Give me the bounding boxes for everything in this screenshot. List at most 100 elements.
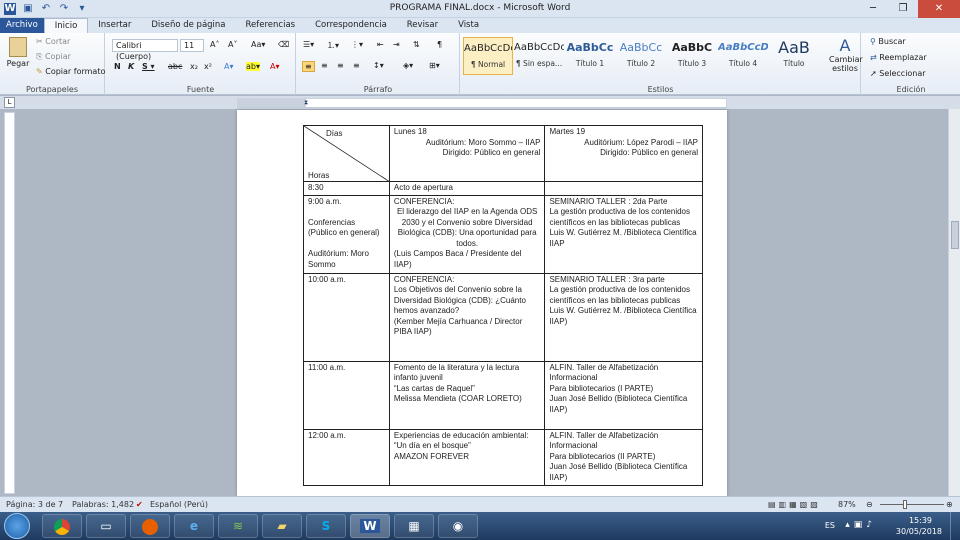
proofing-icon[interactable]: ✔ [136,497,143,512]
diagonal-header-cell[interactable]: Días Horas [303,125,390,182]
style-heading-4[interactable]: AaBbCcD Título 4 [718,37,768,75]
app2-icon[interactable]: ◉ [438,514,478,538]
align-left-icon[interactable]: ≡ [302,61,315,72]
font-size-field[interactable]: 11 [180,39,204,52]
shading-icon[interactable]: ◈▾ [403,61,413,70]
zoom-in-icon[interactable]: ⊕ [946,497,953,512]
align-right-icon[interactable]: ≡ [337,61,344,70]
program-table[interactable]: Días Horas Lunes 18 Auditórium: Moro Som… [303,125,703,486]
justify-icon[interactable]: ≡ [353,61,360,70]
font-color-icon[interactable]: A▾ [270,62,280,71]
change-styles-button[interactable]: A Cambiar estilos [829,37,863,74]
tab-diseno[interactable]: Diseño de página [141,18,235,33]
tab-vista[interactable]: Vista [448,18,489,33]
style-title[interactable]: AaB Título [769,37,819,75]
vertical-ruler[interactable] [4,112,15,494]
tab-insertar[interactable]: Insertar [88,18,141,33]
time-cell[interactable]: 8:30 [303,181,390,196]
style-no-spacing[interactable]: AaBbCcDc ¶ Sin espa... [514,37,564,75]
zoom-level[interactable]: 87% [838,497,856,512]
folder-icon[interactable]: ▰ [262,514,302,538]
find-button[interactable]: ⚲ Buscar [870,37,906,46]
bullets-icon[interactable]: ☰▾ [303,40,314,49]
ie-icon[interactable]: e [174,514,214,538]
clock-date[interactable]: 30/05/2018 [896,527,942,536]
copy-button[interactable]: ⎘ Copiar [36,52,71,62]
pilcrow-icon[interactable]: ¶ [437,40,442,49]
view-buttons-icon[interactable]: ▤▥▦▧▨ [768,497,821,512]
zoom-slider[interactable] [880,504,944,505]
subscript-icon[interactable]: x₂ [190,62,198,71]
increase-indent-icon[interactable]: ⇥ [393,40,400,49]
multilevel-icon[interactable]: ⋮▾ [351,40,363,49]
network-app-icon[interactable]: ▦ [394,514,434,538]
clock-time[interactable]: 15:39 [909,516,932,525]
strikethrough-icon[interactable]: abc [168,62,182,71]
word-count[interactable]: Palabras: 1,482 [72,497,134,512]
time-cell[interactable]: 9:00 a.m. Conferencias (Público en gener… [303,194,390,274]
minimize-button[interactable]: ─ [858,0,888,18]
style-heading-2[interactable]: AaBbCc Título 2 [616,37,666,75]
numbering-icon[interactable]: ⒈▾ [327,40,339,51]
style-heading-1[interactable]: AaBbCc Título 1 [565,37,615,75]
vertical-scrollbar[interactable] [948,109,960,496]
time-cell[interactable]: 10:00 a.m. [303,272,390,362]
firefox-icon[interactable] [130,514,170,538]
tab-archivo[interactable]: Archivo [0,18,44,33]
line-spacing-icon[interactable]: ↕▾ [373,61,384,70]
style-normal[interactable]: AaBbCcDc ¶ Normal [463,37,513,75]
zoom-slider-thumb[interactable] [903,500,907,509]
page-count[interactable]: Página: 3 de 7 [6,497,63,512]
time-cell[interactable]: 12:00 a.m. [303,428,390,486]
start-button[interactable] [4,513,30,539]
clear-format-icon[interactable]: ⌫ [278,40,289,49]
highlight-icon[interactable]: ab▾ [246,62,260,71]
tray-icons[interactable]: ▴▣♪ [845,520,876,530]
session-cell[interactable]: Acto de apertura [388,181,546,196]
paste-button[interactable]: Pegar [6,37,30,68]
session-cell[interactable] [544,181,703,196]
session-cell[interactable]: SEMINARIO TALLER : 2da Parte La gestión … [544,194,703,274]
session-cell[interactable]: Fomento de la literatura y la lectura in… [388,360,546,430]
tab-inicio[interactable]: Inicio [43,18,89,33]
session-cell[interactable]: SEMINARIO TALLER : 3ra parte La gestión … [544,272,703,362]
font-name-field[interactable]: Calibri (Cuerpo) [112,39,178,61]
chrome-icon[interactable] [42,514,82,538]
zoom-out-icon[interactable]: ⊖ [866,497,873,512]
header-day2-cell[interactable]: Martes 19 Auditórium: López Parodi – IIA… [544,125,703,182]
sort-icon[interactable]: ⇅ [413,40,420,49]
bold-icon[interactable]: N [114,62,121,71]
select-button[interactable]: ➚ Seleccionar [870,69,926,78]
text-effects-icon[interactable]: A▾ [224,62,234,71]
close-button[interactable]: ✕ [918,0,960,18]
session-cell[interactable]: Experiencias de educación ambiental: “Un… [388,428,546,486]
underline-icon[interactable]: S ▾ [142,62,155,71]
format-painter-button[interactable]: ✎ Copiar formato [36,67,105,76]
tab-referencias[interactable]: Referencias [236,18,306,33]
replace-button[interactable]: ⇄ Reemplazar [870,53,927,62]
time-cell[interactable]: 11:00 a.m. [303,360,390,430]
scrollbar-thumb[interactable] [951,221,959,249]
session-cell[interactable]: CONFERENCIA: Los Objetivos del Convenio … [388,272,546,362]
input-language[interactable]: ES [825,521,835,530]
align-center-icon[interactable]: ≡ [321,61,328,70]
show-desktop-button[interactable] [950,512,960,540]
cut-button[interactable]: ✂ Cortar [36,37,70,46]
decrease-indent-icon[interactable]: ⇤ [377,40,384,49]
explorer-icon[interactable]: ▭ [86,514,126,538]
tab-revisar[interactable]: Revisar [397,18,448,33]
indent-marker-icon[interactable]: ⧗ [304,99,308,107]
header-day1-cell[interactable]: Lunes 18 Auditórium: Moro Sommo – IIAP D… [388,125,546,182]
superscript-icon[interactable]: x² [204,62,212,71]
italic-icon[interactable]: K [128,62,134,71]
borders-icon[interactable]: ⊞▾ [429,61,440,70]
language[interactable]: Español (Perú) [150,497,208,512]
session-cell[interactable]: ALFIN. Taller de Alfabetización Informac… [544,360,703,430]
change-case-icon[interactable]: Aa▾ [251,40,265,49]
session-cell[interactable]: CONFERENCIA: El liderazgo del IIAP en la… [388,194,546,274]
maximize-button[interactable]: ❐ [888,0,918,18]
horizontal-ruler[interactable]: ⧗ [237,98,727,108]
tab-selector[interactable]: L [4,97,15,108]
word-taskbar-icon[interactable]: W [350,514,390,538]
skype-icon[interactable]: S [306,514,346,538]
